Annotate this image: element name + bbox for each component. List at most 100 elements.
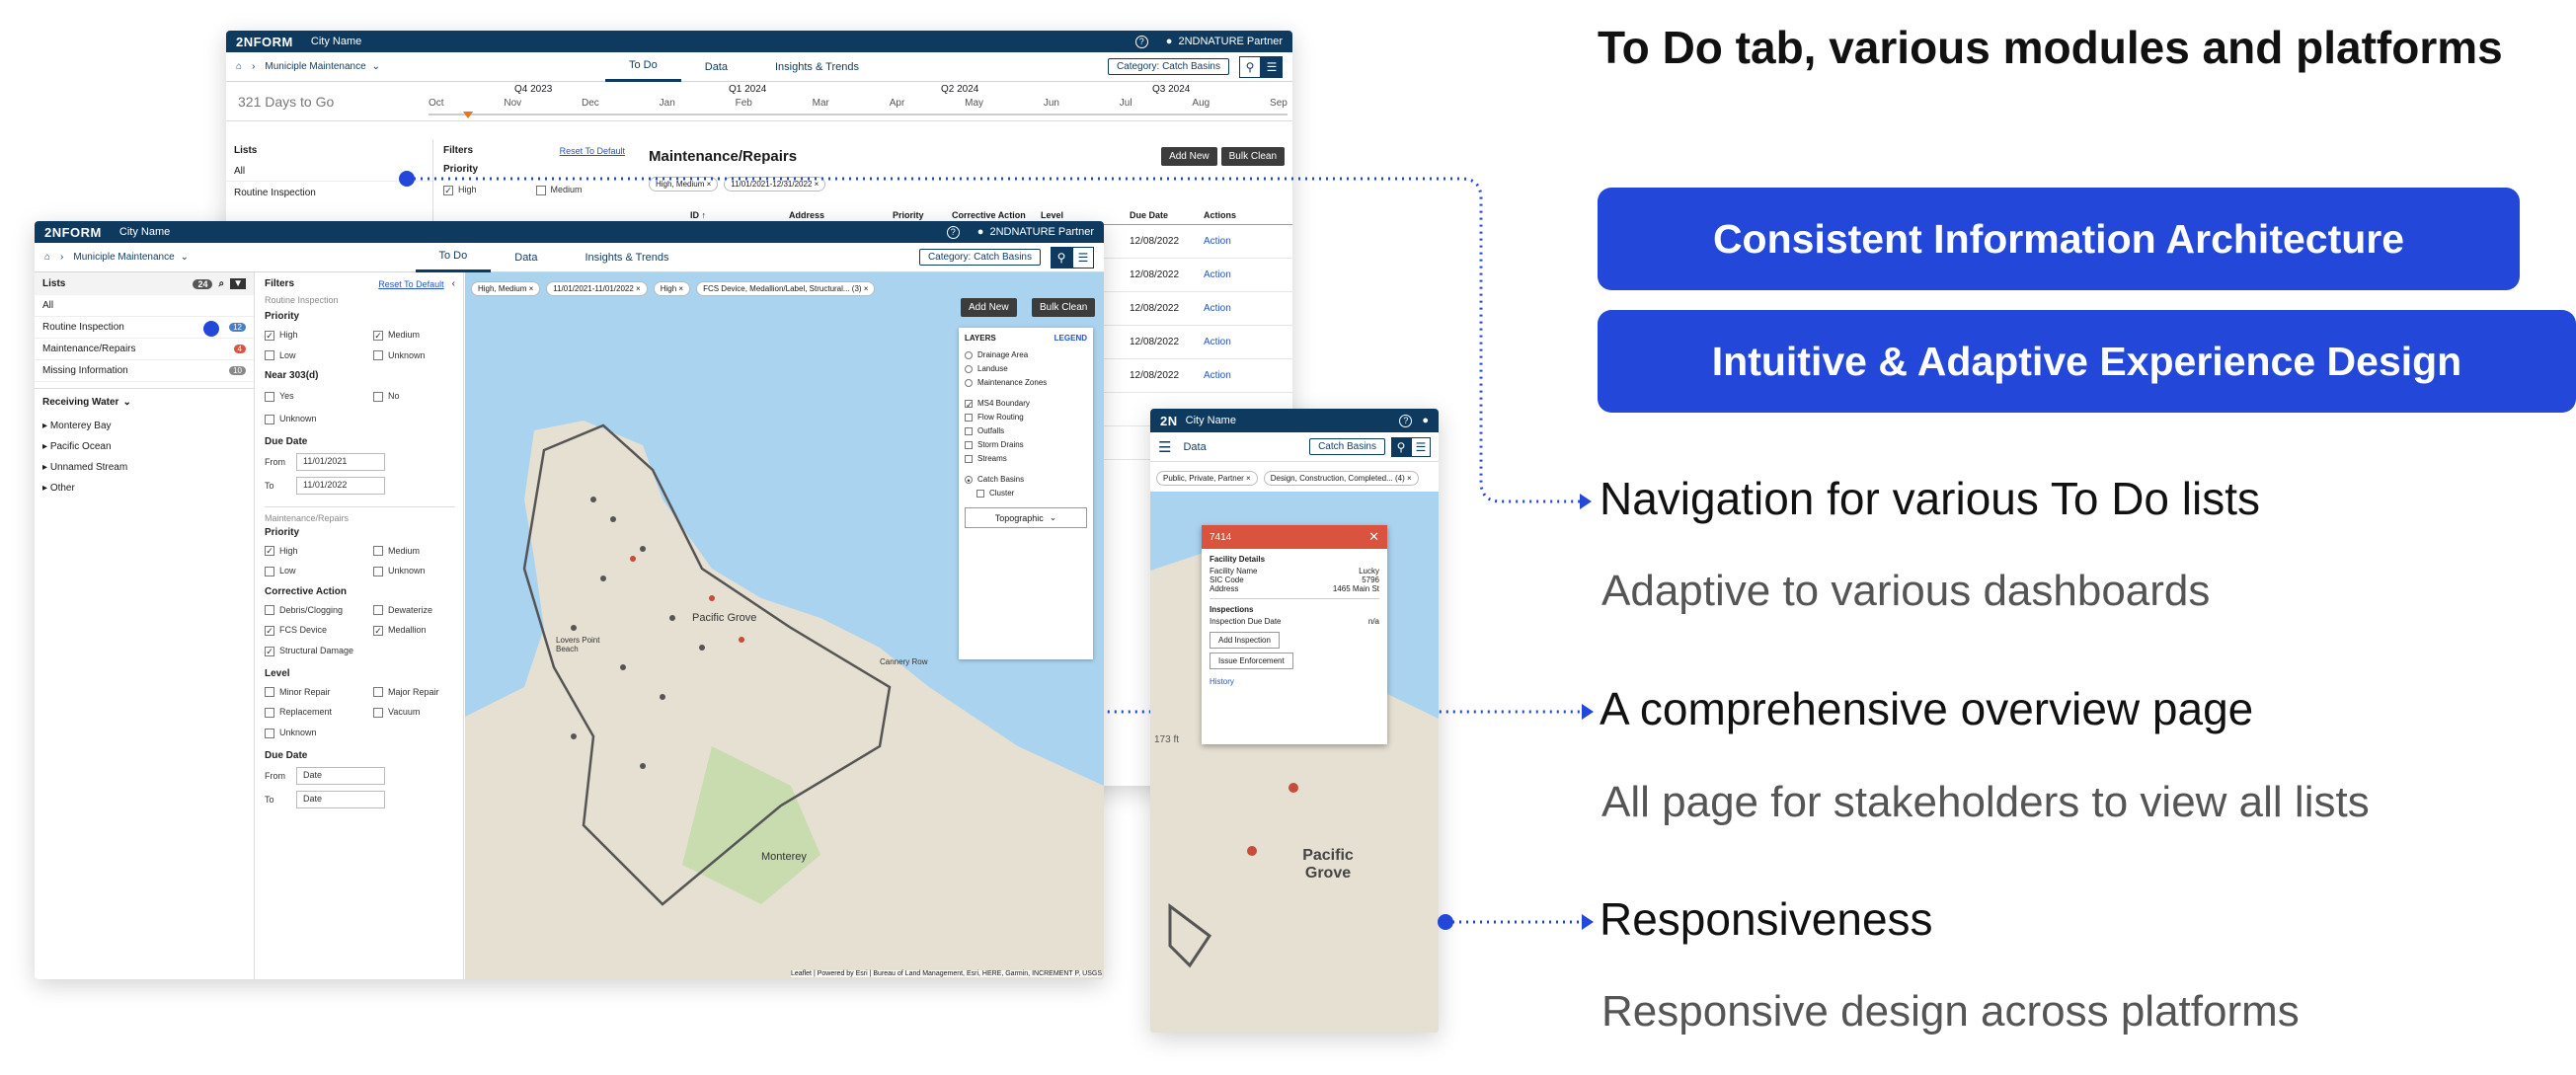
layer-toggle[interactable] bbox=[965, 350, 973, 359]
close-icon[interactable]: ✕ bbox=[1368, 529, 1379, 545]
mobile-map[interactable]: Pacific Grove 173 ft 7414 ✕ Facility Deta… bbox=[1150, 492, 1439, 1033]
filter-chip[interactable]: Public, Private, Partner × bbox=[1156, 471, 1258, 486]
checkbox-label[interactable]: High bbox=[279, 330, 298, 340]
map-view[interactable]: Pacific Grove Monterey Lovers Point Beac… bbox=[465, 272, 1104, 979]
filter-icon[interactable]: ▼ bbox=[230, 278, 246, 289]
checkbox-label[interactable]: Medallion bbox=[388, 625, 427, 635]
checkbox-label[interactable]: Medium bbox=[388, 546, 420, 556]
layer-toggle[interactable] bbox=[965, 378, 973, 387]
filter-chip[interactable]: FCS Device, Medallion/Label, Structural.… bbox=[696, 281, 876, 296]
map-attribution: Leaflet | Powered by Esri | Bureau of La… bbox=[790, 970, 1102, 977]
checkbox-label[interactable]: No bbox=[388, 391, 400, 401]
checkbox-label[interactable]: Unknown bbox=[279, 728, 317, 737]
receiving-water-item[interactable]: ▸ Monterey Bay bbox=[35, 416, 254, 436]
basemap-select[interactable]: Topographic bbox=[995, 513, 1044, 523]
corrective-heading: Corrective Action bbox=[265, 585, 347, 597]
user-icon[interactable]: ● bbox=[1422, 415, 1429, 426]
layer-item[interactable]: Streams bbox=[965, 454, 1087, 463]
list-item[interactable]: Routine Inspection 12 bbox=[35, 317, 254, 339]
issue-enforcement-button[interactable]: Issue Enforcement bbox=[1210, 653, 1293, 669]
checkbox-label[interactable]: Medium bbox=[388, 330, 420, 340]
checkbox-label[interactable]: Vacuum bbox=[388, 707, 420, 717]
add-new-button[interactable]: Add New bbox=[961, 298, 1017, 317]
category-select[interactable]: Category: Catch Basins bbox=[918, 249, 1041, 266]
list-item[interactable]: All bbox=[35, 295, 254, 317]
layer-toggle[interactable] bbox=[965, 440, 973, 449]
help-icon[interactable]: ? bbox=[946, 225, 960, 239]
layer-item[interactable]: ✓ MS4 Boundary bbox=[965, 399, 1087, 409]
from-date-input[interactable]: 11/01/2021 bbox=[296, 452, 385, 471]
map-pin-icon[interactable]: ⚲ bbox=[1051, 246, 1072, 269]
list-icon[interactable]: ☰ bbox=[1072, 246, 1094, 269]
list-item[interactable]: Missing Information 10 bbox=[35, 360, 254, 382]
filter-chip[interactable]: High, Medium × bbox=[471, 281, 541, 296]
receiving-water-item[interactable]: ▸ Pacific Ocean bbox=[35, 436, 254, 457]
tab-insights[interactable]: Insights & Trends bbox=[562, 243, 693, 272]
checkbox-label[interactable]: FCS Device bbox=[279, 625, 327, 635]
to-label: To bbox=[265, 480, 274, 491]
user-menu[interactable]: 2NDNATURE Partner bbox=[989, 226, 1094, 238]
checkbox-label[interactable]: Unknown bbox=[279, 414, 317, 423]
bulk-clean-button[interactable]: Bulk Clean bbox=[1032, 298, 1096, 317]
layer-item[interactable]: Cluster bbox=[965, 489, 1087, 498]
layer-item[interactable]: Outfalls bbox=[965, 426, 1087, 435]
chevron-right-icon: › bbox=[60, 252, 64, 263]
layer-toggle[interactable] bbox=[976, 489, 984, 498]
checkbox-label[interactable]: Structural Damage bbox=[279, 646, 353, 655]
filter-chip[interactable]: 11/01/2021-11/01/2022 × bbox=[546, 281, 648, 296]
layer-toggle[interactable] bbox=[965, 413, 973, 422]
layer-item[interactable]: • Catch Basins bbox=[965, 475, 1087, 485]
category-select[interactable]: Catch Basins bbox=[1309, 438, 1385, 455]
checkbox-label[interactable]: Unknown bbox=[388, 350, 426, 360]
layer-toggle[interactable] bbox=[965, 426, 973, 435]
reset-link[interactable]: Reset To Default bbox=[378, 279, 443, 289]
checkbox-label[interactable]: Debris/Clogging bbox=[279, 605, 343, 615]
layers-title[interactable]: LAYERS bbox=[965, 334, 996, 343]
legend-link[interactable]: LEGEND bbox=[1054, 334, 1087, 343]
list-icon[interactable]: ☰ bbox=[1411, 436, 1431, 457]
search-icon[interactable]: ⌕ bbox=[218, 278, 224, 289]
layer-toggle[interactable] bbox=[965, 364, 973, 373]
help-icon[interactable]: ? bbox=[1399, 414, 1413, 427]
checkbox-label[interactable]: Minor Repair bbox=[279, 687, 331, 697]
checkbox-label[interactable]: Unknown bbox=[388, 566, 426, 576]
add-inspection-button[interactable]: Add Inspection bbox=[1210, 632, 1280, 649]
layer-item[interactable]: Maintenance Zones bbox=[965, 378, 1087, 387]
to-date-input[interactable]: 11/01/2022 bbox=[296, 476, 385, 495]
checkbox-label[interactable]: High bbox=[279, 546, 298, 556]
tab-todo[interactable]: To Do bbox=[415, 243, 492, 272]
menu-icon[interactable]: ☰ bbox=[1158, 438, 1171, 456]
layer-item[interactable]: Drainage Area bbox=[965, 350, 1087, 359]
filter-chip[interactable]: High × bbox=[653, 281, 691, 296]
receiving-water-heading[interactable]: Receiving Water bbox=[42, 397, 118, 408]
checkbox-label[interactable]: Low bbox=[279, 350, 296, 360]
list-item[interactable]: Maintenance/Repairs 4 bbox=[35, 339, 254, 360]
receiving-water-item[interactable]: ▸ Other bbox=[35, 478, 254, 499]
mobile-title: Data bbox=[1183, 440, 1207, 453]
city-name[interactable]: City Name bbox=[119, 226, 170, 238]
layer-toggle[interactable] bbox=[965, 454, 973, 463]
home-icon[interactable]: ⌂ bbox=[44, 252, 50, 263]
breadcrumb[interactable]: Municiple Maintenance bbox=[73, 252, 174, 263]
list-item-label: Routine Inspection bbox=[42, 322, 124, 333]
tab-data[interactable]: Data bbox=[491, 243, 561, 272]
from-date-input[interactable]: Date bbox=[296, 766, 385, 785]
layer-item[interactable]: Flow Routing bbox=[965, 413, 1087, 422]
layer-item[interactable]: Storm Drains bbox=[965, 440, 1087, 449]
city-name[interactable]: City Name bbox=[1186, 415, 1236, 426]
layer-toggle[interactable]: ✓ bbox=[965, 399, 974, 409]
filters-title: Filters bbox=[265, 278, 295, 289]
checkbox-label[interactable]: Dewaterize bbox=[388, 605, 432, 615]
to-date-input[interactable]: Date bbox=[296, 790, 385, 808]
layer-item[interactable]: Landuse bbox=[965, 364, 1087, 373]
checkbox-label[interactable]: Major Repair bbox=[388, 687, 439, 697]
collapse-icon[interactable]: ‹ bbox=[452, 278, 455, 289]
map-pin-icon[interactable]: ⚲ bbox=[1391, 436, 1411, 457]
layer-toggle[interactable]: • bbox=[965, 475, 973, 485]
history-link[interactable]: History bbox=[1210, 677, 1379, 686]
receiving-water-item[interactable]: ▸ Unnamed Stream bbox=[35, 457, 254, 478]
checkbox-label[interactable]: Yes bbox=[279, 391, 294, 401]
checkbox-label[interactable]: Replacement bbox=[279, 707, 332, 717]
filter-chip[interactable]: Design, Construction, Completed... (4) × bbox=[1263, 471, 1419, 486]
checkbox-label[interactable]: Low bbox=[279, 566, 296, 576]
